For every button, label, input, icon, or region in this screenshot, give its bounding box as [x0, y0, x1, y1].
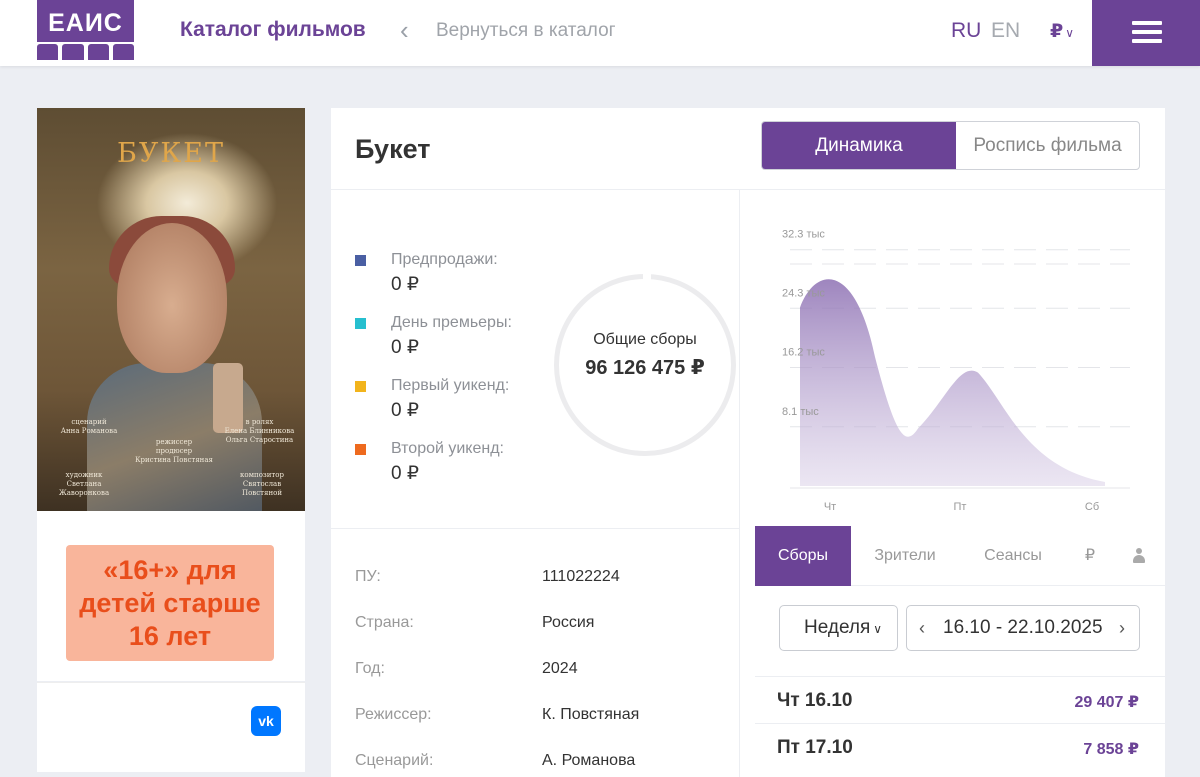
daily-gross-row: Пт 17.10 7 858 ₽ — [755, 723, 1165, 770]
stats-tabs: Сборы Зрители Сеансы ₽ — [755, 526, 1165, 586]
poster-credit: сценарий Анна Романова — [60, 418, 118, 435]
info-row: Год: 2024 — [355, 660, 725, 680]
info-value: К. Повстяная — [542, 706, 640, 723]
info-key: Сценарий: — [355, 752, 434, 769]
poster-credit: в ролях Елена Блинникова Ольга Старостин… — [224, 418, 295, 444]
legend-color-first-weekend — [355, 381, 366, 392]
info-key: Режиссер: — [355, 706, 432, 723]
info-row: Страна: Россия — [355, 614, 725, 634]
poster-credit: художник Светлана Жаворонкова — [58, 471, 110, 497]
age-rating-badge: «16+» для детей старше 16 лет — [66, 545, 274, 661]
period-select[interactable]: Неделя ∨ — [779, 605, 898, 651]
day-value: 29 407 ₽ — [1074, 694, 1139, 711]
box-office-dynamics-chart: 8.1 тыс16.2 тыс24.3 тыс32.3 тысЧтПтСбСр — [782, 229, 1130, 513]
top-bar: ЕАИС Каталог фильмов ‹ Вернуться в катал… — [0, 0, 1200, 66]
view-tabs: Динамика Роспись фильма — [761, 121, 1140, 170]
poster-credit: композитор Святослав Повстяной — [240, 471, 284, 497]
legend-value: 0 ₽ — [391, 400, 419, 421]
info-key: Страна: — [355, 614, 414, 631]
info-key: ПУ: — [355, 568, 381, 585]
currency-selector[interactable]: ₽ ∨ — [1050, 20, 1074, 43]
vk-share-icon[interactable]: vk — [251, 706, 281, 736]
info-value: Россия — [542, 614, 595, 631]
legend-label: Первый уикенд: — [391, 377, 510, 394]
back-to-catalog-link[interactable]: Вернуться в каталог — [436, 20, 616, 42]
period-value: Неделя — [804, 617, 871, 638]
hamburger-menu-button[interactable] — [1092, 0, 1200, 66]
legend-color-presale — [355, 255, 366, 266]
date-range-picker: ‹ 16.10 - 22.10.2025 › — [906, 605, 1140, 651]
day-value: 7 858 ₽ — [1083, 741, 1139, 758]
language-en[interactable]: EN — [991, 19, 1020, 43]
info-row: Режиссер: К. Повстяная — [355, 706, 725, 726]
poster-title: БУКЕТ — [117, 138, 225, 169]
info-value: А. Романова — [542, 752, 636, 769]
chevron-right-icon[interactable]: › — [1119, 606, 1125, 650]
film-poster: БУКЕТ сценарий Анна Романова режиссер пр… — [37, 108, 305, 511]
legend-value: 0 ₽ — [391, 463, 419, 484]
y-tick-label: 32.3 тыс — [782, 229, 825, 241]
user-icon[interactable] — [1133, 548, 1145, 564]
y-tick-label: 24.3 тыс — [782, 287, 825, 299]
total-gross-label: Общие сборы — [593, 331, 697, 348]
share-panel: vk — [37, 682, 305, 772]
chevron-left-icon[interactable]: ‹ — [400, 16, 409, 44]
tab-film-schedule[interactable]: Роспись фильма — [956, 122, 1139, 169]
info-value: 111022224 — [542, 568, 620, 585]
legend-value: 0 ₽ — [391, 274, 419, 295]
age-rating-panel: «16+» для детей старше 16 лет — [37, 511, 305, 681]
legend-value: 0 ₽ — [391, 337, 419, 358]
catalog-title-link[interactable]: Каталог фильмов — [180, 18, 366, 42]
tab-viewers[interactable]: Зрители — [857, 526, 953, 586]
legend-label: Второй уикенд: — [391, 440, 504, 457]
poster-credit: режиссер продюсер Кристина Повстяная — [135, 438, 213, 464]
info-key: Год: — [355, 660, 385, 677]
film-details-panel: Букет Динамика Роспись фильма Предпродаж… — [331, 108, 1165, 777]
day-label: Чт 16.10 — [777, 690, 853, 711]
legend-color-premiere — [355, 318, 366, 329]
tab-gross[interactable]: Сборы — [755, 526, 851, 586]
total-gross-value: 96 126 475 ₽ — [585, 357, 705, 379]
chevron-down-icon: ∨ — [1065, 26, 1075, 40]
legend-label: Предпродажи: — [391, 251, 498, 268]
y-tick-label: 8.1 тыс — [782, 406, 819, 418]
daily-gross-row: Чт 16.10 29 407 ₽ — [755, 676, 1165, 723]
x-tick-label: Чт — [824, 501, 836, 513]
y-tick-label: 16.2 тыс — [782, 347, 825, 359]
date-range-text: 16.10 - 22.10.2025 — [943, 617, 1103, 638]
tab-dynamics[interactable]: Динамика — [762, 122, 956, 169]
chevron-down-icon: ∨ — [873, 622, 883, 636]
logo-seats-icon — [37, 44, 134, 60]
legend-label: День премьеры: — [391, 314, 512, 331]
x-tick-label: Сб — [1085, 501, 1099, 513]
day-label: Пт 17.10 — [777, 737, 853, 758]
film-title: Букет — [355, 134, 431, 164]
x-tick-label: Пт — [954, 501, 967, 513]
info-row: Сценарий: А. Романова — [355, 752, 725, 772]
info-value: 2024 — [542, 660, 578, 677]
chevron-left-icon[interactable]: ‹ — [919, 606, 925, 650]
gross-area-series — [800, 279, 1105, 486]
legend-color-second-weekend — [355, 444, 366, 455]
logo-text: ЕАИС — [37, 0, 134, 42]
currency-symbol: ₽ — [1050, 21, 1064, 42]
eais-logo[interactable]: ЕАИС — [37, 0, 134, 60]
language-ru[interactable]: RU — [951, 19, 981, 43]
tab-sessions[interactable]: Сеансы — [965, 526, 1061, 586]
tab-currency[interactable]: ₽ — [1075, 526, 1105, 586]
info-row: ПУ: 111022224 — [355, 568, 725, 588]
